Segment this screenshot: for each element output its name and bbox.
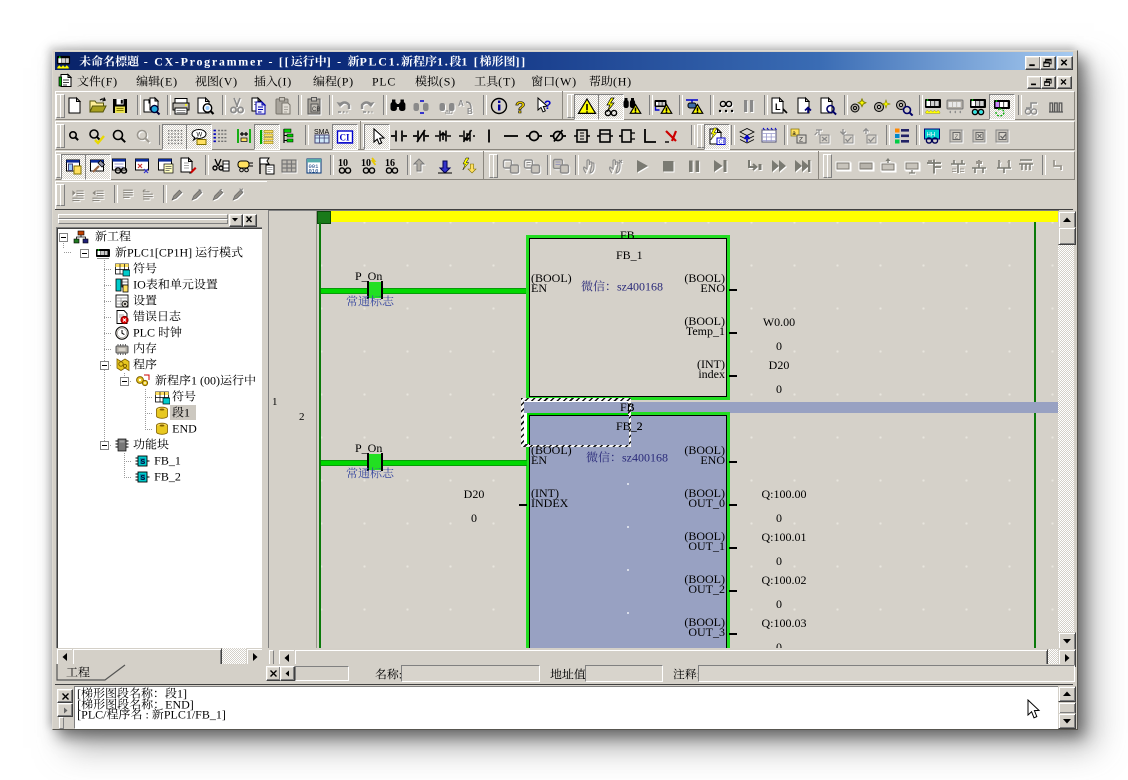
svg-text:B: B [467, 107, 473, 116]
svg-text:10: 10 [338, 158, 348, 169]
svg-text:ab: ab [445, 109, 453, 116]
svg-text:(I): (I) [278, 74, 292, 88]
svg-text:IO: IO [133, 278, 146, 292]
svg-text:(S): (S) [439, 74, 456, 88]
svg-text:CI: CI [719, 140, 725, 146]
svg-text:(F): (F) [101, 74, 118, 88]
svg-text:- CX-Programmer - [[: - CX-Programmer - [[ [139, 55, 290, 69]
svg-text:?: ? [515, 98, 525, 116]
svg-text:010: 010 [309, 168, 319, 175]
svg-text:FB_1: FB_1 [154, 454, 181, 468]
svg-text:PLC: PLC [372, 74, 396, 88]
svg-text:(V): (V) [219, 74, 238, 88]
svg-text:] -: ] - [327, 55, 348, 69]
svg-text:1 [: 1 [ [461, 55, 479, 69]
svg-text:S: S [141, 459, 146, 466]
svg-text:(P): (P) [337, 74, 354, 88]
svg-text:CB: CB [312, 107, 320, 113]
svg-text:]]: ]] [516, 55, 527, 69]
svg-text:PLC1.: PLC1. [360, 55, 402, 69]
svg-text:1: 1 [184, 406, 190, 420]
svg-text:A: A [458, 99, 464, 108]
svg-text:sz400168: sz400168 [617, 280, 663, 294]
svg-text:16: 16 [385, 158, 395, 169]
svg-text:(T): (T) [498, 75, 516, 89]
svg-text:sz400168: sz400168 [622, 451, 668, 465]
svg-text:(H): (H) [613, 74, 632, 88]
svg-text:(E): (E) [160, 75, 178, 89]
svg-text:S: S [141, 475, 146, 482]
svg-text:W: W [197, 133, 203, 139]
svg-text:1 (00): 1 (00) [191, 374, 220, 388]
svg-text:PLC1/FB_1]: PLC1/FB_1] [164, 708, 226, 722]
svg-text:[PLC/: [PLC/ [77, 708, 107, 722]
svg-text:1.: 1. [437, 55, 449, 69]
svg-text:?: ? [544, 98, 551, 112]
svg-text:Z: Z [799, 137, 803, 144]
svg-text:PLC1[CP1H]: PLC1[CP1H] [127, 245, 195, 259]
svg-text:L: L [775, 102, 781, 112]
svg-text:FB_2: FB_2 [154, 470, 181, 484]
svg-text:END: END [172, 422, 197, 436]
svg-text:(W): (W) [555, 75, 577, 89]
svg-text:CI: CI [340, 133, 350, 143]
svg-text::: : [142, 708, 151, 722]
svg-text:PLC: PLC [133, 326, 158, 340]
